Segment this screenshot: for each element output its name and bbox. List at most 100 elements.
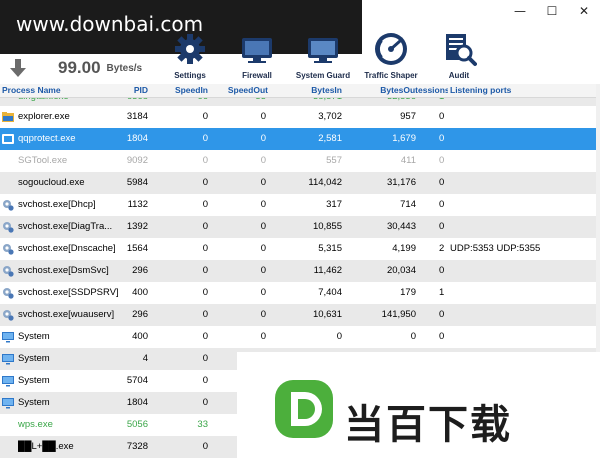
bytes-out-cell: 141,950	[381, 309, 416, 320]
pid-cell: 9092	[126, 155, 148, 166]
speed-in-cell: 0	[202, 133, 208, 144]
monitor-icon	[2, 352, 16, 366]
listening-ports-cell	[450, 194, 590, 216]
pid-cell: 400	[132, 287, 148, 298]
process-name-cell: svchost.exe[Dhcp]	[18, 199, 96, 210]
service-gear-icon	[2, 286, 16, 300]
listening-ports-cell	[450, 106, 590, 128]
table-row[interactable]: svchost.exe[DsmSvc] 296 0 0 11,462 20,034 0	[0, 260, 596, 282]
process-name-cell: sogoucloud.exe	[18, 177, 85, 188]
sessions-cell: 0	[439, 133, 445, 144]
listening-ports-cell	[450, 150, 590, 172]
gear-icon	[171, 30, 209, 68]
speed-out-cell: 0	[260, 177, 266, 188]
sessions-cell: 0	[439, 309, 445, 320]
table-row[interactable]: explorer.exe 3184 0 0 3,702 957 0	[0, 106, 596, 128]
table-row[interactable]: qqprotect.exe 1804 0 0 2,581 1,679 0	[0, 128, 596, 150]
row-icon-placeholder	[2, 418, 16, 432]
col-process-name[interactable]: Process Name	[2, 85, 102, 95]
pid-cell: 5704	[126, 375, 148, 386]
bytes-out-cell: 1,679	[392, 133, 416, 144]
bytes-out-cell: 411	[400, 155, 416, 166]
traffic-shaper-button[interactable]: Traffic Shaper	[356, 24, 426, 80]
speed-out-cell: 0	[260, 221, 266, 232]
process-name-cell: wps.exe	[18, 419, 53, 430]
col-bytes-in[interactable]: BytesIn	[294, 85, 342, 95]
close-button[interactable]: ✕	[568, 0, 600, 22]
firewall-button[interactable]: Firewall	[222, 24, 292, 80]
bytes-out-cell: 179	[400, 287, 416, 298]
bytes-out-cell: 20,034	[386, 265, 416, 276]
speed-out-cell: 0	[260, 243, 266, 254]
speedometer-icon	[372, 30, 410, 68]
table-row[interactable]: svchost.exe[Dnscache] 1564 0 0 5,315 4,199 2 UD…	[0, 238, 596, 260]
sessions-cell: 2	[439, 243, 445, 254]
monitor-guard-icon	[304, 30, 342, 68]
row-icon-placeholder	[2, 440, 16, 454]
table-row[interactable]: sogoucloud.exe 5984 0 0 114,042 31,176 0	[0, 172, 596, 194]
table-row[interactable]: svchost.exe[DiagTra... 1392 0 0 10,855 30,443…	[0, 216, 596, 238]
monitor-icon	[2, 374, 16, 388]
speed-in-cell: 0	[202, 397, 208, 408]
speed-in-cell: 33	[197, 419, 208, 430]
audit-label: Audit	[448, 71, 470, 80]
audit-button[interactable]: Audit	[424, 24, 494, 80]
col-pid[interactable]: PID	[118, 85, 148, 95]
process-name-cell: svchost.exe[DsmSvc]	[18, 265, 109, 276]
pid-cell: 5984	[126, 177, 148, 188]
col-listening-ports[interactable]: Listening ports	[450, 85, 590, 95]
pid-cell: 400	[132, 331, 148, 342]
listening-ports-cell	[450, 216, 590, 238]
pid-cell: 296	[132, 309, 148, 320]
speed-in-cell: 0	[202, 441, 208, 452]
speed-in-cell: 0	[202, 309, 208, 320]
table-row[interactable]: dingtalk.exe6368665538,57132,5361	[0, 98, 596, 106]
minimize-button[interactable]: —	[504, 0, 536, 22]
system-guard-button[interactable]: System Guard	[288, 24, 358, 80]
speed-out-cell: 0	[260, 155, 266, 166]
download-arrow-icon	[8, 59, 28, 77]
process-name-cell: System	[18, 397, 50, 408]
service-gear-icon	[2, 242, 16, 256]
bytes-in-cell: 114,042	[308, 177, 342, 188]
sessions-cell: 0	[439, 177, 445, 188]
speed-out-cell: 0	[260, 265, 266, 276]
table-row[interactable]: SGTool.exe 9092 0 0 557 411 0	[0, 150, 596, 172]
speed-out-cell: 0	[260, 199, 266, 210]
speed-in-cell: 0	[202, 353, 208, 364]
service-gear-icon	[2, 264, 16, 278]
bytes-out-cell: 30,443	[386, 221, 416, 232]
listening-ports-cell	[450, 128, 590, 150]
audit-document-icon	[440, 30, 478, 68]
table-row[interactable]: svchost.exe[SSDPSRV] 400 0 0 7,404 179 1	[0, 282, 596, 304]
table-row[interactable]: svchost.exe[Dhcp] 1132 0 0 317 714 0	[0, 194, 596, 216]
firewall-icon	[238, 30, 276, 68]
monitor-icon	[2, 330, 16, 344]
col-speed-out[interactable]: SpeedOut	[218, 85, 268, 95]
table-row[interactable]: svchost.exe[wuauserv] 296 0 0 10,631 141,950 0	[0, 304, 596, 326]
bytes-in-cell: 10,631	[312, 309, 342, 320]
row-icon-placeholder	[2, 176, 16, 190]
listening-ports-cell	[450, 326, 590, 348]
process-name-cell: SGTool.exe	[18, 155, 68, 166]
settings-label: Settings	[174, 71, 206, 80]
firewall-label: Firewall	[242, 71, 272, 80]
folder-icon	[2, 110, 16, 124]
speed-in-cell: 0	[202, 155, 208, 166]
logo-text: 当百下载	[344, 402, 512, 448]
col-bytes-out[interactable]: BytesOut	[368, 85, 418, 95]
speed-in-cell: 0	[202, 221, 208, 232]
process-name-cell: System	[18, 331, 50, 342]
table-row[interactable]: System 400 0 0 0 0 0	[0, 326, 596, 348]
speed-in-cell: 0	[202, 111, 208, 122]
col-speed-in[interactable]: SpeedIn	[160, 85, 208, 95]
speed-in-cell: 0	[202, 287, 208, 298]
listening-ports-cell	[450, 282, 590, 304]
bytes-out-cell: 4,199	[392, 243, 416, 254]
settings-button[interactable]: Settings	[155, 24, 225, 80]
sessions-cell: 0	[439, 155, 445, 166]
shield-icon	[2, 132, 16, 146]
col-sessions[interactable]: essions	[418, 85, 448, 95]
maximize-button[interactable]: ☐	[536, 0, 568, 22]
bytes-in-cell: 11,462	[313, 265, 342, 276]
